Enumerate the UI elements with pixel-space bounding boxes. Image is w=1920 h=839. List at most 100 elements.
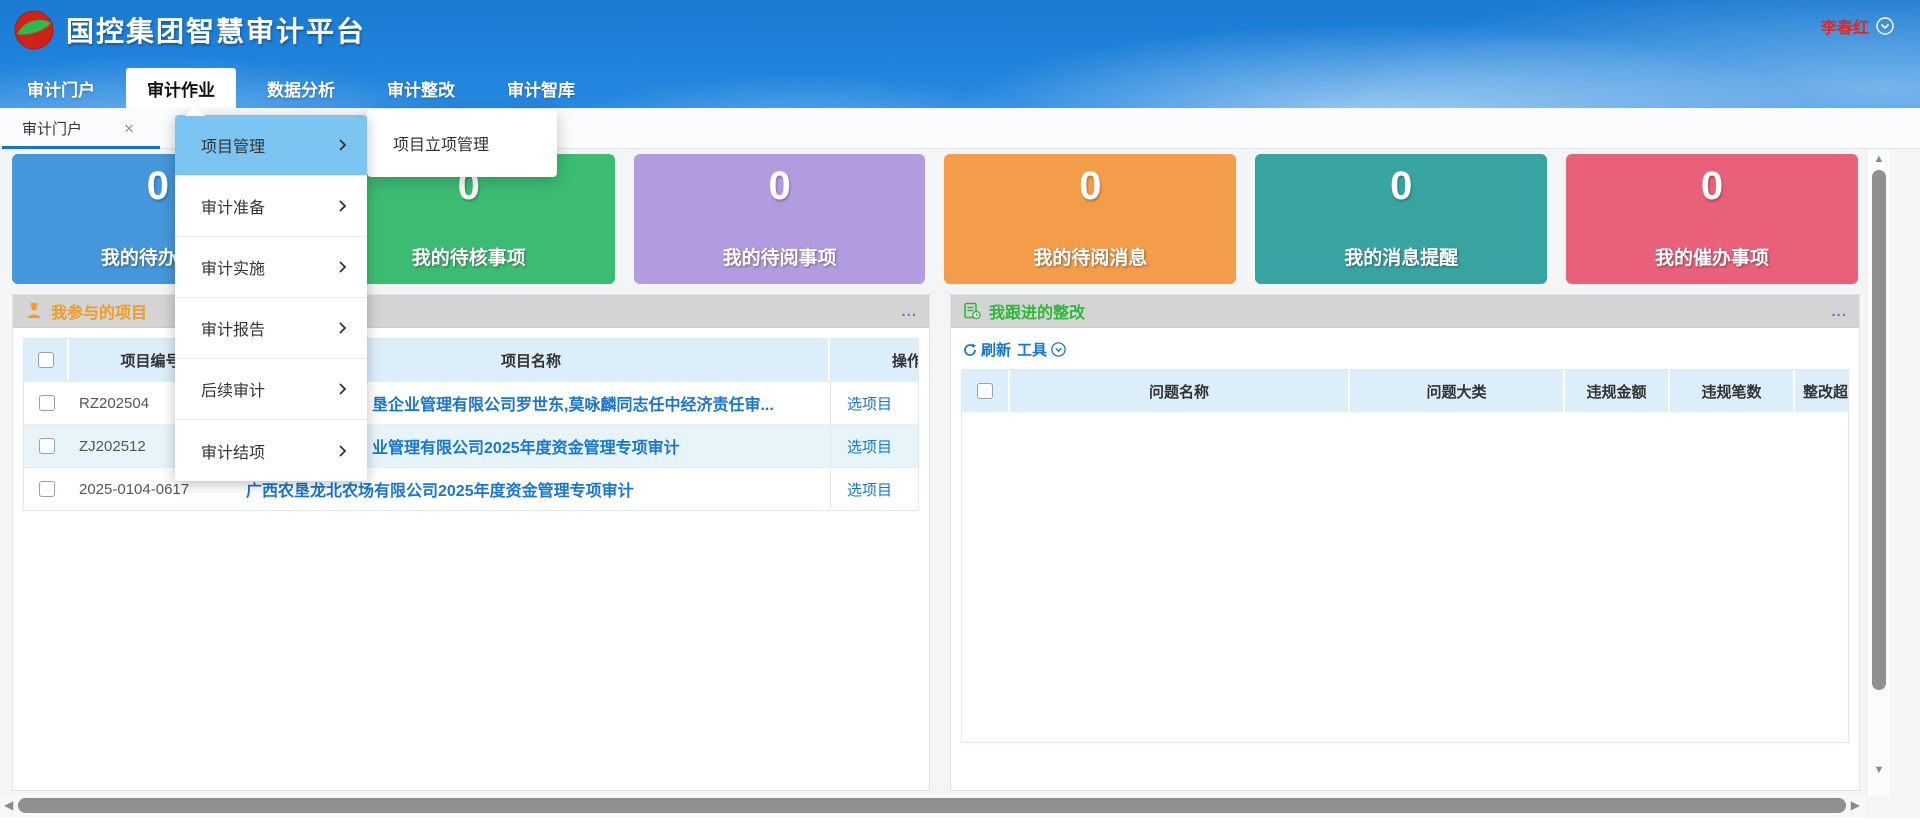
card-count: 0 bbox=[1255, 164, 1547, 209]
rectifications-table-header: 问题名称 问题大类 违规金额 违规笔数 整改超 bbox=[962, 370, 1848, 412]
app-window: 国控集团智慧审计平台 李春红 审计门户 审计作业 数据分析 审计整改 审计智库 … bbox=[0, 0, 1920, 839]
app-header: 国控集团智慧审计平台 李春红 审计门户 审计作业 数据分析 审计整改 审计智库 bbox=[0, 0, 1920, 108]
card-label: 我的待阅消息 bbox=[944, 243, 1236, 270]
scroll-left-icon[interactable]: ◀ bbox=[4, 798, 13, 812]
arrow-right-icon bbox=[338, 260, 347, 274]
nav-item-audit-work[interactable]: 审计作业 bbox=[126, 68, 236, 108]
col-issue-category: 问题大类 bbox=[1350, 370, 1565, 412]
company-logo-icon bbox=[14, 10, 54, 50]
panel-title: 我参与的项目 bbox=[51, 299, 147, 323]
card-my-urging-items[interactable]: 0 我的催办事项 bbox=[1566, 154, 1858, 284]
menu-item-audit-report[interactable]: 审计报告 bbox=[175, 298, 367, 359]
menu-item-label: 审计报告 bbox=[201, 316, 265, 340]
table-row: ZJ202512 业管理有限公司2025年度资金管理专项审计 选项目 bbox=[24, 424, 918, 467]
vertical-scrollbar-thumb[interactable] bbox=[1872, 170, 1886, 690]
select-project-link[interactable]: 选项目 bbox=[847, 479, 892, 500]
arrow-right-icon bbox=[338, 199, 347, 213]
table-row: RZ202504 垦企业管理有限公司罗世东,莫咏麟同志任中经济责任审... 选项… bbox=[24, 381, 918, 424]
projects-table-header: 项目编号 项目名称 操作 bbox=[24, 339, 918, 381]
project-code: 2025-0104-0617 bbox=[69, 481, 234, 498]
card-my-toread-messages[interactable]: 0 我的待阅消息 bbox=[944, 154, 1236, 284]
arrow-right-icon bbox=[338, 138, 347, 152]
menu-item-label: 审计结项 bbox=[201, 439, 265, 463]
projects-table: 项目编号 项目名称 操作 RZ202504 垦企业管理有限公司罗世东,莫咏麟同志… bbox=[23, 338, 919, 511]
col-issue-name: 问题名称 bbox=[1010, 370, 1350, 412]
col-rectification-overdue: 整改超 bbox=[1795, 370, 1848, 412]
clipboard-clock-icon bbox=[963, 302, 981, 320]
more-icon[interactable]: ... bbox=[901, 303, 917, 320]
more-icon[interactable]: ... bbox=[1831, 303, 1847, 320]
rectifications-table: 问题名称 问题大类 违规金额 违规笔数 整改超 bbox=[961, 369, 1849, 743]
panel-header: 我跟进的整改 ... bbox=[951, 295, 1859, 328]
tab-label: 审计门户 bbox=[22, 118, 82, 139]
row-checkbox[interactable] bbox=[39, 481, 55, 497]
scroll-right-icon[interactable]: ▶ bbox=[1851, 798, 1860, 812]
nav-item-data-analysis[interactable]: 数据分析 bbox=[246, 68, 356, 108]
col-violation-count: 违规笔数 bbox=[1670, 370, 1795, 412]
vertical-scrollbar[interactable]: ▲ ▼ bbox=[1866, 150, 1890, 796]
submenu-item-project-initiation[interactable]: 项目立项管理 bbox=[393, 131, 489, 155]
rectification-toolbar: 刷新 工具 bbox=[951, 328, 1859, 369]
menu-item-label: 项目管理 bbox=[201, 133, 265, 157]
tools-label: 工具 bbox=[1017, 339, 1047, 360]
card-label: 我的待阅事项 bbox=[634, 243, 926, 270]
nav-item-audit-rectification[interactable]: 审计整改 bbox=[366, 68, 476, 108]
tools-dropdown-icon bbox=[1051, 342, 1066, 357]
panel-header: 我参与的项目 ... bbox=[13, 295, 929, 328]
horizontal-scrollbar[interactable]: ◀ ▶ bbox=[0, 794, 1866, 818]
brand: 国控集团智慧审计平台 bbox=[14, 10, 366, 50]
menu-item-label: 审计实施 bbox=[201, 255, 265, 279]
menu-item-label: 审计准备 bbox=[201, 194, 265, 218]
close-icon[interactable]: × bbox=[124, 120, 134, 137]
audit-work-dropdown-menu: 项目管理 审计准备 审计实施 审计报告 后续审计 审计结项 bbox=[175, 115, 367, 481]
person-icon bbox=[25, 302, 43, 320]
select-project-link[interactable]: 选项目 bbox=[847, 393, 892, 414]
menu-item-audit-implementation[interactable]: 审计实施 bbox=[175, 237, 367, 298]
scroll-down-icon[interactable]: ▼ bbox=[1867, 764, 1891, 776]
chevron-down-icon bbox=[1876, 17, 1894, 35]
nav-item-audit-portal[interactable]: 审计门户 bbox=[6, 68, 116, 108]
card-label: 我的催办事项 bbox=[1566, 243, 1858, 270]
menu-item-audit-preparation[interactable]: 审计准备 bbox=[175, 176, 367, 237]
table-row: 2025-0104-0617 广西农垦龙北农场有限公司2025年度资金管理专项审… bbox=[24, 467, 918, 510]
empty-table-body bbox=[962, 412, 1848, 742]
tab-audit-portal[interactable]: 审计门户 × bbox=[0, 108, 160, 149]
select-all-checkbox[interactable] bbox=[977, 383, 993, 399]
user-menu[interactable]: 李春红 bbox=[1821, 14, 1894, 38]
arrow-right-icon bbox=[338, 321, 347, 335]
project-name-link[interactable]: 业管理有限公司2025年度资金管理专项审计 bbox=[372, 440, 680, 457]
card-my-notifications[interactable]: 0 我的消息提醒 bbox=[1255, 154, 1547, 284]
refresh-icon bbox=[963, 343, 977, 357]
refresh-button[interactable]: 刷新 bbox=[963, 339, 1011, 360]
card-label: 我的消息提醒 bbox=[1255, 243, 1547, 270]
arrow-right-icon bbox=[338, 444, 347, 458]
scroll-up-icon[interactable]: ▲ bbox=[1867, 153, 1891, 165]
project-management-submenu: 项目立项管理 bbox=[367, 109, 557, 177]
menu-item-project-management[interactable]: 项目管理 bbox=[175, 115, 367, 176]
card-count: 0 bbox=[634, 164, 926, 209]
card-count: 0 bbox=[944, 164, 1236, 209]
row-checkbox[interactable] bbox=[39, 395, 55, 411]
menu-item-audit-closure[interactable]: 审计结项 bbox=[175, 420, 367, 481]
my-rectifications-panel: 我跟进的整改 ... 刷新 工具 bbox=[950, 294, 1860, 791]
tools-button[interactable]: 工具 bbox=[1017, 339, 1066, 360]
nav-item-audit-knowledge[interactable]: 审计智库 bbox=[486, 68, 596, 108]
card-count: 0 bbox=[1566, 164, 1858, 209]
horizontal-scrollbar-thumb[interactable] bbox=[18, 798, 1846, 813]
select-project-link[interactable]: 选项目 bbox=[847, 436, 892, 457]
col-violation-amount: 违规金额 bbox=[1565, 370, 1670, 412]
refresh-label: 刷新 bbox=[981, 339, 1011, 360]
select-all-checkbox[interactable] bbox=[38, 352, 54, 368]
arrow-right-icon bbox=[338, 382, 347, 396]
main-nav: 审计门户 审计作业 数据分析 审计整改 审计智库 bbox=[6, 68, 596, 108]
my-projects-panel: 我参与的项目 ... 项目编号 项目名称 操作 RZ202504 垦企业管理有限… bbox=[12, 294, 930, 791]
card-my-toread-items[interactable]: 0 我的待阅事项 bbox=[634, 154, 926, 284]
user-name: 李春红 bbox=[1821, 14, 1869, 38]
app-title: 国控集团智慧审计平台 bbox=[66, 10, 366, 50]
row-checkbox[interactable] bbox=[39, 438, 55, 454]
select-all-cell bbox=[962, 370, 1010, 412]
menu-item-followup-audit[interactable]: 后续审计 bbox=[175, 359, 367, 420]
project-name-link[interactable]: 广西农垦龙北农场有限公司2025年度资金管理专项审计 bbox=[246, 483, 634, 500]
project-name-link[interactable]: 垦企业管理有限公司罗世东,莫咏麟同志任中经济责任审... bbox=[372, 397, 774, 414]
col-action: 操作 bbox=[830, 339, 918, 381]
